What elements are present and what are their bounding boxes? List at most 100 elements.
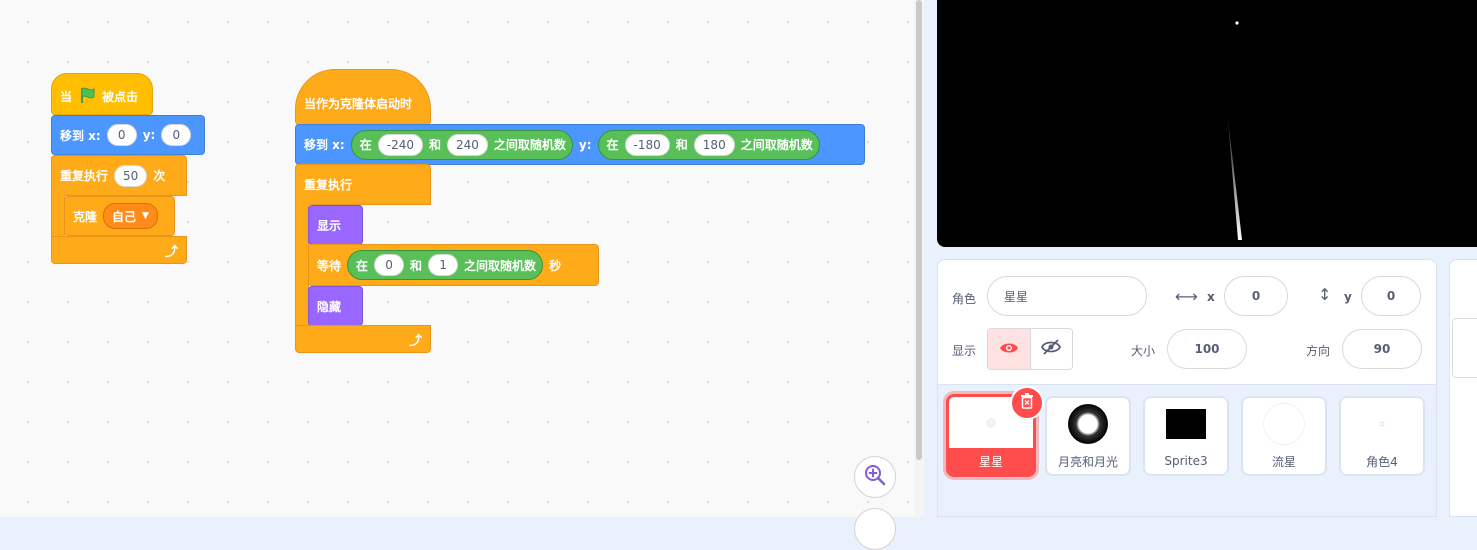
stage-target-panel: [1449, 259, 1477, 517]
direction-input[interactable]: 90: [1342, 329, 1422, 369]
when-start-as-clone-block[interactable]: 当作为克隆体启动时: [295, 69, 431, 125]
wait-and: 和: [410, 258, 423, 273]
wait-random-reporter[interactable]: 在 0 和 1 之间取随机数: [347, 250, 544, 280]
random-y-and: 和: [675, 138, 688, 152]
zoom-out-button[interactable]: [854, 508, 896, 550]
sprite-tile-name: 流星: [1271, 454, 1296, 469]
hide-block[interactable]: 隐藏: [308, 286, 363, 326]
random-x-and: 和: [428, 138, 441, 152]
y-position-input[interactable]: 0: [1361, 276, 1421, 316]
show-sprite-button[interactable]: [988, 329, 1030, 369]
sprite-tile-name: 星星: [949, 448, 1033, 474]
meteor-sprite: [1227, 110, 1242, 240]
size-label: 大小: [1131, 344, 1156, 358]
wait-in: 在: [356, 258, 369, 273]
show-toggle-label: 显示: [952, 344, 977, 358]
show-block[interactable]: 显示: [308, 205, 363, 245]
repeat-count-input[interactable]: 50: [114, 164, 148, 187]
y-arrows-icon: ↕: [1318, 285, 1332, 304]
random-y-in: 在: [606, 138, 619, 152]
sprite-name-value: 星星: [1004, 289, 1029, 304]
sprite-tile-meteor[interactable]: 流星: [1241, 396, 1327, 476]
clone-hat-label: 当作为克隆体启动时: [304, 96, 413, 111]
repeat-block-bottom: ⤴: [51, 236, 187, 264]
x-position-input[interactable]: 0: [1224, 276, 1288, 316]
random-x-to-input[interactable]: 240: [446, 133, 488, 156]
goto-random-block[interactable]: 移到 x: 在 -240 和 240 之间取随机数 y: 在 -180 和 18…: [295, 124, 865, 165]
random-y-to-input[interactable]: 180: [693, 133, 735, 156]
hide-sprite-button[interactable]: [1029, 329, 1072, 369]
random-y-suffix: 之间取随机数: [740, 138, 813, 152]
forever-label: 重复执行: [304, 178, 353, 192]
trash-icon: [1020, 393, 1034, 413]
zoom-in-icon: [864, 464, 886, 490]
category-strip: [0, 0, 19, 517]
sprite-name-label: 角色: [952, 292, 977, 306]
stage[interactable]: [937, 0, 1477, 247]
sprite-thumbnail: [1341, 398, 1423, 450]
wait-from-input[interactable]: 0: [374, 254, 405, 276]
wait-label: 等待: [317, 258, 342, 273]
eye-slash-icon: [1041, 339, 1062, 359]
green-flag-icon: [78, 86, 96, 107]
clone-target-value: 自己: [112, 209, 137, 224]
random-x-reporter[interactable]: 在 -240 和 240 之间取随机数: [350, 129, 573, 160]
sprite-thumbnail: [1047, 398, 1129, 450]
goto-xy-block[interactable]: 移到 x: 0 y: 0: [51, 115, 205, 155]
sprite-thumbnail: [1145, 398, 1227, 450]
wait-block[interactable]: 等待 在 0 和 1 之间取随机数 秒: [308, 244, 599, 286]
clicked-label: 被点击: [102, 89, 139, 104]
x-label: x: [1207, 290, 1215, 304]
sprite-tile-sprite4[interactable]: 角色4: [1339, 396, 1425, 476]
visibility-toggle: [987, 328, 1073, 370]
random-x-suffix: 之间取随机数: [493, 138, 566, 152]
stage-canvas: [1227, 21, 1242, 240]
repeat-label: 重复执行: [60, 169, 109, 183]
wait-suffix: 之间取随机数: [464, 258, 537, 273]
forever-block-arm: [295, 204, 309, 326]
repeat-block[interactable]: 重复执行 50 次: [51, 155, 187, 196]
clone-target-dropdown[interactable]: 自己 ▼: [103, 203, 158, 229]
x-position-value: 0: [1251, 289, 1261, 303]
delete-sprite-button[interactable]: [1010, 386, 1044, 420]
wait-unit: 秒: [549, 258, 562, 273]
clone-label: 克隆: [73, 209, 98, 224]
goto-y-label-2: y:: [578, 137, 592, 152]
y-position-value: 0: [1386, 289, 1396, 303]
goto-label-2: 移到 x:: [304, 138, 345, 152]
when-label: 当: [60, 89, 73, 104]
random-x-in: 在: [359, 138, 372, 152]
zoom-in-button[interactable]: [854, 456, 896, 498]
sprite-tile-moon[interactable]: 月亮和月光: [1045, 396, 1131, 476]
size-input[interactable]: 100: [1167, 329, 1247, 369]
repeat-block-arm: [51, 195, 65, 237]
clone-block[interactable]: 克隆 自己 ▼: [64, 196, 175, 236]
sprite-tile-name: Sprite3: [1164, 454, 1208, 468]
y-label: y: [1344, 290, 1352, 304]
wait-to-input[interactable]: 1: [428, 254, 459, 276]
goto-y-input[interactable]: 0: [161, 124, 192, 146]
sprite-name-input[interactable]: 星星: [987, 276, 1147, 316]
random-y-from-input[interactable]: -180: [624, 133, 670, 156]
sprite-tile-name: 角色4: [1366, 454, 1398, 469]
repeat-times-label: 次: [153, 169, 166, 183]
loop-arrow-icon: ⤴: [408, 333, 422, 349]
x-arrows-icon: ⟷: [1175, 287, 1198, 306]
sprite-tile-name: 月亮和月光: [1057, 454, 1118, 469]
forever-block-bottom: ⤴: [295, 325, 431, 353]
show-label: 显示: [317, 218, 342, 233]
size-value: 100: [1194, 342, 1220, 356]
sprite-thumbnail: [1243, 398, 1325, 450]
workspace-scrollbar[interactable]: [916, 0, 922, 460]
forever-block[interactable]: 重复执行: [295, 164, 431, 205]
random-x-from-input[interactable]: -240: [377, 133, 423, 156]
when-flag-clicked-block[interactable]: 当 被点击: [51, 73, 153, 115]
eye-icon: [999, 340, 1019, 359]
random-y-reporter[interactable]: 在 -180 和 180 之间取随机数: [597, 129, 820, 160]
stage-target-thumbnail[interactable]: [1452, 318, 1477, 378]
direction-label: 方向: [1306, 344, 1331, 358]
dropdown-arrow-icon: ▼: [142, 211, 149, 221]
goto-x-input[interactable]: 0: [106, 124, 137, 146]
sprite-tile-sprite3[interactable]: Sprite3: [1143, 396, 1229, 476]
goto-y-label: y:: [142, 128, 156, 142]
